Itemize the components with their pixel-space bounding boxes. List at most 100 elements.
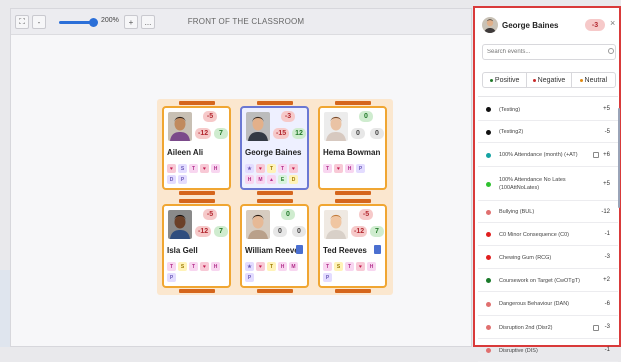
badge-row: ♥ S T ♥ H D P bbox=[167, 164, 229, 184]
desk-bar-bottom bbox=[257, 191, 293, 195]
achievement-badge-icon: ▲ bbox=[267, 175, 276, 184]
event-score: -1 bbox=[604, 231, 610, 237]
panel-score-badge: -3 bbox=[585, 19, 605, 31]
positive-points-badge: 0 bbox=[370, 128, 384, 139]
total-points-badge: -3 bbox=[281, 111, 295, 122]
student-card[interactable]: 0 0 0 William Reeve ★ ♥ T H M P bbox=[240, 204, 309, 288]
seating-canvas[interactable]: ⛶ - 200% + ... FRONT OF THE CLASSROOM -5… bbox=[10, 8, 472, 347]
tab-negative[interactable]: Negative bbox=[527, 73, 572, 87]
event-color-dot-icon bbox=[486, 278, 491, 283]
event-row[interactable]: Disruption 2nd (Disr2) -3 bbox=[478, 316, 618, 339]
desk-bar-top bbox=[257, 101, 293, 105]
event-score: -3 bbox=[604, 324, 610, 330]
event-row[interactable]: C0 Minor Consequence (C0) -1 bbox=[478, 223, 618, 246]
achievement-badge-icon: ♥ bbox=[167, 164, 176, 173]
event-color-dot-icon bbox=[486, 348, 491, 353]
achievement-badge-icon: P bbox=[356, 164, 365, 173]
student-card[interactable]: -5 -12 7 Ted Reeves T S T ♥ H P bbox=[318, 204, 387, 288]
negative-points-badge: -12 bbox=[195, 226, 212, 237]
front-of-classroom-label: FRONT OF THE CLASSROOM bbox=[187, 17, 305, 26]
student-name: Aileen Ali bbox=[167, 148, 204, 157]
achievement-badge-icon: P bbox=[178, 175, 187, 184]
student-card[interactable]: -5 -12 7 Aileen Ali ♥ S T ♥ H D P bbox=[162, 106, 231, 190]
total-points-badge: 0 bbox=[281, 209, 295, 220]
achievement-badge-icon: H bbox=[211, 262, 220, 271]
negative-points-badge: -12 bbox=[351, 226, 368, 237]
achievement-badge-icon: ♥ bbox=[256, 164, 265, 173]
student-name: William Reeve bbox=[245, 246, 299, 255]
achievement-badge-icon: S bbox=[178, 164, 187, 173]
negative-points-badge: -15 bbox=[273, 128, 290, 139]
event-label: Disruptive (DIS) bbox=[499, 347, 538, 354]
zoom-in-button[interactable]: + bbox=[124, 15, 138, 29]
event-score: +2 bbox=[603, 277, 610, 283]
student-avatar bbox=[168, 210, 192, 239]
badge-row: ★ ♥ T T ♥ H M ▲ E D bbox=[245, 164, 307, 184]
event-row[interactable]: (Testing) +5 bbox=[478, 98, 618, 121]
zoom-slider-track[interactable] bbox=[59, 21, 93, 24]
positive-points-badge: 7 bbox=[370, 226, 384, 237]
achievement-badge-icon: ★ bbox=[245, 164, 254, 173]
search-input[interactable] bbox=[482, 44, 616, 60]
negative-points-badge: 0 bbox=[351, 128, 365, 139]
close-icon[interactable]: × bbox=[610, 18, 615, 28]
event-color-dot-icon bbox=[486, 129, 491, 135]
event-type-tabs: Positive Negative Neutral bbox=[482, 72, 616, 88]
achievement-badge-icon: T bbox=[345, 262, 354, 271]
event-score: -5 bbox=[604, 128, 610, 135]
badge-row: T S T ♥ H P bbox=[167, 262, 229, 282]
status-dot-icon bbox=[532, 78, 536, 82]
event-label: C0 Minor Consequence (C0) bbox=[499, 231, 570, 238]
total-points-badge: -5 bbox=[359, 209, 373, 220]
document-icon[interactable] bbox=[296, 245, 303, 254]
event-label: (Testing) bbox=[499, 106, 521, 113]
document-icon[interactable] bbox=[374, 245, 381, 254]
event-label: 100% Attendance (month) (+AT) bbox=[499, 152, 578, 158]
event-row[interactable]: Disruptive (DIS) -1 bbox=[478, 339, 618, 362]
total-points-badge: 0 bbox=[359, 111, 373, 122]
event-row[interactable]: 100% Attendance No Lates (100AttNoLates)… bbox=[478, 167, 618, 201]
event-row[interactable]: (Testing2) -5 bbox=[478, 121, 618, 143]
student-card[interactable]: -3 -15 12 George Baines ★ ♥ T T ♥ H M ▲ E D bbox=[240, 106, 309, 190]
more-options-button[interactable]: ... bbox=[141, 15, 155, 29]
achievement-badge-icon: ♥ bbox=[256, 262, 265, 271]
achievement-badge-icon: D bbox=[167, 175, 176, 184]
student-name: Isla Gell bbox=[167, 246, 198, 255]
external-link-icon[interactable] bbox=[593, 324, 599, 331]
tab-positive[interactable]: Positive bbox=[483, 73, 528, 87]
achievement-badge-icon: T bbox=[278, 164, 287, 173]
search-icon[interactable] bbox=[608, 48, 614, 54]
event-score: -6 bbox=[604, 300, 610, 307]
event-list-scrollbar[interactable] bbox=[618, 108, 620, 208]
achievement-badge-icon: T bbox=[267, 164, 276, 173]
event-color-dot-icon bbox=[486, 232, 491, 237]
achievement-badge-icon: M bbox=[256, 175, 265, 184]
status-dot-icon bbox=[579, 78, 583, 82]
external-link-icon[interactable] bbox=[593, 152, 599, 158]
student-card[interactable]: -5 -12 7 Isla Gell T S T ♥ H P bbox=[162, 204, 231, 288]
badge-row: T ♥ H P bbox=[323, 164, 385, 173]
event-score: +5 bbox=[603, 180, 610, 187]
event-row[interactable]: Dangerous Behaviour (DAN) -6 bbox=[478, 292, 618, 316]
zoom-out-button[interactable]: - bbox=[32, 15, 46, 29]
event-row[interactable]: Bullying (BUL) -12 bbox=[478, 201, 618, 223]
expand-icon[interactable]: ⛶ bbox=[15, 15, 29, 29]
event-row[interactable]: 100% Attendance (month) (+AT) +6 bbox=[478, 143, 618, 167]
achievement-badge-icon: T bbox=[167, 262, 176, 271]
app-window: ⛶ - 200% + ... FRONT OF THE CLASSROOM -5… bbox=[0, 0, 621, 362]
event-label: (Testing2) bbox=[499, 129, 524, 135]
panel-divider bbox=[478, 96, 618, 97]
achievement-badge-icon: H bbox=[345, 164, 354, 173]
page-edge bbox=[0, 270, 10, 347]
negative-points-badge: 0 bbox=[273, 226, 287, 237]
tab-label: Neutral bbox=[584, 76, 608, 84]
tab-neutral[interactable]: Neutral bbox=[572, 73, 615, 87]
event-row[interactable]: Coursework on Target (CwOTgT) +2 bbox=[478, 269, 618, 292]
event-row[interactable]: Chewing Gum (RCG) -3 bbox=[478, 246, 618, 269]
zoom-slider-handle[interactable] bbox=[89, 18, 98, 27]
achievement-badge-icon: E bbox=[278, 175, 287, 184]
student-card[interactable]: 0 0 0 Hema Bowman T ♥ H P bbox=[318, 106, 387, 190]
achievement-badge-icon: S bbox=[178, 262, 187, 271]
achievement-badge-icon: T bbox=[323, 164, 332, 173]
positive-points-badge: 7 bbox=[214, 128, 228, 139]
